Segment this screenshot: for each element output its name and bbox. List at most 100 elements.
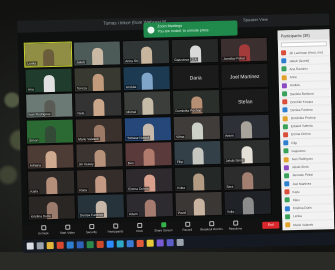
excel-icon[interactable] — [86, 241, 94, 249]
teams-icon[interactable] — [166, 239, 174, 247]
participants-button[interactable]: Participants — [104, 223, 126, 234]
laptop-screen: Tomas i lekce (from Webcast M... Speaker… — [17, 13, 335, 253]
participant-name-label: Filip — [175, 159, 184, 165]
video-tile[interactable]: Adriana — [26, 143, 75, 170]
video-tile[interactable]: Lenka — [23, 41, 73, 68]
start-video-button[interactable]: Start Video — [56, 224, 78, 235]
video-tile[interactable]: Sara — [222, 164, 272, 191]
unmute-button[interactable]: Unmute — [32, 225, 54, 236]
video-tile[interactable]: Daria — [171, 63, 220, 90]
participants-search-input[interactable] — [280, 41, 327, 48]
people-icon — [112, 223, 118, 229]
zoom-notification[interactable]: Zoom Meetings You are muted, to unmute p… — [143, 20, 238, 38]
participant-figure — [143, 148, 155, 168]
smile-icon — [232, 220, 238, 226]
participant-figure — [140, 46, 153, 66]
video-tile[interactable]: Jakub — [72, 40, 122, 67]
video-tile[interactable]: Kristina Duris — [27, 194, 77, 221]
record-button[interactable]: Record — [176, 221, 198, 232]
video-tile[interactable]: Vilma — [172, 114, 222, 141]
video-tile[interactable]: Simon — [25, 117, 75, 145]
participant-name: Daniela Barboza — [290, 91, 314, 96]
video-tile[interactable]: Gajustova / 3.A — [170, 37, 220, 65]
video-tile[interactable]: Joel Martinez — [220, 62, 269, 89]
video-tile[interactable]: Ben — [124, 141, 173, 168]
participant-name-label: Anna Sit — [124, 58, 139, 64]
end-meeting-button[interactable]: End — [262, 221, 280, 229]
participant-name-label: Nela — [76, 111, 86, 116]
speaker-view-button[interactable]: Speaker View — [243, 17, 268, 23]
photos-icon[interactable] — [156, 239, 164, 247]
participant-figure — [42, 48, 55, 68]
participant-name: Dominik Kroupa — [290, 99, 314, 104]
video-tile[interactable]: Karla — [26, 168, 76, 196]
participant-name-label: Adam — [127, 211, 139, 217]
media-icon[interactable] — [136, 239, 144, 247]
start-icon[interactable] — [26, 242, 34, 250]
video-tile[interactable]: Pavel — [174, 190, 224, 218]
participant-figure — [141, 72, 153, 91]
video-tile[interactable]: Tereza — [73, 65, 122, 92]
word-icon[interactable] — [76, 241, 84, 249]
reactions-button[interactable]: Reactions — [224, 220, 246, 231]
participant-name-label: Ivan Rodriguez — [27, 112, 52, 117]
participant-row[interactable]: Marie Valasek — [282, 220, 335, 230]
zoom-icon[interactable] — [106, 240, 114, 248]
avatar — [284, 181, 290, 187]
video-tile[interactable]: Nela — [73, 91, 123, 118]
avatar — [282, 115, 288, 121]
avatar — [282, 99, 288, 105]
video-tile[interactable]: Tomasz Nowak — [123, 115, 173, 142]
video-tile[interactable]: Anna Sit — [121, 39, 171, 66]
notes-icon[interactable] — [146, 239, 154, 247]
chat-button[interactable]: Chat — [128, 222, 150, 234]
video-tile[interactable]: Stefan — [220, 87, 270, 114]
video-tile[interactable]: Jakub Simic — [222, 138, 271, 165]
control-label: Share Screen — [154, 228, 173, 233]
participant-name-label: Jiri Vesely — [77, 161, 95, 167]
video-tile[interactable]: Vojta — [223, 189, 273, 216]
participant-name-label: Kristina Duris — [29, 214, 52, 219]
control-label: Participants — [107, 229, 124, 234]
video-tile[interactable]: Klara — [75, 167, 125, 194]
video-tile[interactable]: Andula — [122, 64, 171, 91]
share-screen-button[interactable]: Share Screen — [152, 222, 174, 233]
video-tile[interactable]: Jiri Vesely — [75, 142, 124, 169]
video-tile[interactable]: Anton — [221, 113, 271, 140]
control-label: Unmute — [38, 231, 49, 236]
chrome-icon[interactable] — [56, 241, 64, 249]
participant-name-label: Simon — [28, 137, 40, 143]
participant-name-label: Ben — [126, 161, 135, 166]
video-tile[interactable]: Dominika Pochop — [171, 88, 221, 116]
folder-icon[interactable] — [46, 242, 54, 250]
search-icon[interactable] — [36, 242, 44, 250]
video-tile[interactable]: Ivan Rodriguez — [24, 92, 74, 119]
store-icon[interactable] — [126, 240, 134, 248]
participant-name: Joel Martinez — [292, 181, 312, 186]
desk-surface — [0, 252, 335, 270]
participant-name: Jakub (Guest) — [289, 58, 310, 63]
video-tile[interactable]: Filip — [173, 139, 222, 167]
video-tile[interactable]: Adam — [125, 192, 175, 219]
participant-figure — [192, 147, 204, 167]
video-tile[interactable]: Jaroslav Pekar — [219, 36, 269, 63]
video-tile[interactable]: Marie Valasek — [74, 116, 124, 143]
participant-name-label: Sara — [225, 184, 235, 189]
participant-name-label: Denisa Fantova — [78, 212, 105, 218]
video-tile[interactable]: Kuba — [173, 165, 223, 192]
video-tile[interactable]: Emma Ochoa — [124, 166, 174, 193]
participant-name-label: Tereza — [75, 85, 88, 90]
mail-icon[interactable] — [66, 241, 74, 249]
video-tile[interactable]: Ana — [24, 67, 73, 94]
participant-name: Jakub Simic — [291, 164, 310, 170]
participant-figure — [193, 198, 206, 218]
edge-icon[interactable] — [116, 240, 124, 248]
video-tile[interactable]: Michal — [122, 90, 172, 117]
video-tile[interactable]: Denisa Fantova — [76, 193, 126, 220]
powerpoint-icon[interactable] — [96, 240, 104, 248]
breakout-rooms-button[interactable]: Breakout Rooms — [200, 221, 223, 231]
settings-icon[interactable] — [176, 238, 184, 247]
avatar — [283, 132, 289, 138]
security-button[interactable]: Security — [80, 224, 102, 235]
avatar — [284, 189, 290, 195]
